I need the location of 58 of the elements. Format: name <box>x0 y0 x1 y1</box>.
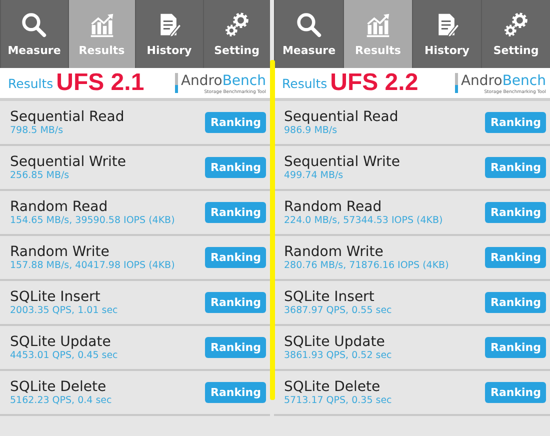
test-name: Sequential Write <box>284 154 402 170</box>
test-result: 798.5 MB/s <box>10 125 64 136</box>
logo-mark-icon <box>454 73 458 93</box>
ranking-button[interactable]: Ranking <box>485 292 546 313</box>
ranking-button[interactable]: Ranking <box>205 382 266 403</box>
test-name: SQLite Insert <box>10 289 102 305</box>
test-name: Random Write <box>284 244 384 260</box>
test-name: SQLite Delete <box>284 379 382 395</box>
test-name: Sequential Read <box>10 109 126 125</box>
test-result: 3687.97 QPS, 0.55 sec <box>284 305 393 316</box>
ranking-button[interactable]: Ranking <box>485 157 546 178</box>
tab[interactable]: Results <box>343 0 412 68</box>
test-name: Random Read <box>284 199 383 215</box>
test-name: Random Read <box>10 199 109 215</box>
test-result: 5713.17 QPS, 0.35 sec <box>284 395 393 406</box>
test-result: 5162.23 QPS, 0.4 sec <box>10 395 113 406</box>
header-title: Results <box>282 76 328 90</box>
search-icon <box>296 12 322 38</box>
ranking-button[interactable]: Ranking <box>485 382 546 403</box>
test-name: SQLite Update <box>284 334 386 350</box>
test-name: SQLite Delete <box>10 379 108 395</box>
ranking-button[interactable]: Ranking <box>205 292 266 313</box>
ranking-button[interactable]: Ranking <box>205 112 266 133</box>
search-icon <box>21 12 48 38</box>
test-name: Sequential Read <box>284 109 400 125</box>
test-result: 4453.01 QPS, 0.45 sec <box>10 350 119 361</box>
chart-icon <box>88 12 115 38</box>
ranking-button[interactable]: Ranking <box>485 337 546 358</box>
ranking-button[interactable]: Ranking <box>485 247 546 268</box>
logo-wordmark: AndroBench <box>180 72 266 90</box>
version-label: UFS 2.1 <box>56 69 144 97</box>
version-label: UFS 2.2 <box>330 69 418 97</box>
chart-icon <box>365 12 391 38</box>
logo-wordmark: AndroBench <box>460 72 546 90</box>
ranking-button[interactable]: Ranking <box>485 112 546 133</box>
ranking-button[interactable]: Ranking <box>205 247 266 268</box>
test-result: 256.85 MB/s <box>10 170 70 181</box>
ranking-button[interactable]: Ranking <box>205 202 266 223</box>
ranking-button[interactable]: Ranking <box>205 157 266 178</box>
test-result: 157.88 MB/s, 40417.98 IOPS (4KB) <box>10 260 176 271</box>
header-title: Results <box>8 76 54 90</box>
test-result: 280.76 MB/s, 71876.16 IOPS (4KB) <box>284 260 450 271</box>
gears-icon <box>503 12 529 38</box>
ranking-button[interactable]: Ranking <box>205 337 266 358</box>
test-result: 499.74 MB/s <box>284 170 344 181</box>
tab[interactable]: Results <box>68 0 135 68</box>
test-name: Random Write <box>10 244 110 260</box>
test-result: 2003.35 QPS, 1.01 sec <box>10 305 119 316</box>
ranking-button[interactable]: Ranking <box>485 202 546 223</box>
logo-mark-icon <box>174 73 178 93</box>
test-result: 986.9 MB/s <box>284 125 338 136</box>
test-name: SQLite Update <box>10 334 112 350</box>
test-result: 3861.93 QPS, 0.52 sec <box>284 350 393 361</box>
test-name: Sequential Write <box>10 154 128 170</box>
test-name: SQLite Insert <box>284 289 376 305</box>
gears-icon <box>224 12 250 38</box>
test-result: 224.0 MB/s, 57344.53 IOPS (4KB) <box>284 215 444 226</box>
test-result: 154.65 MB/s, 39590.58 IOPS (4KB) <box>10 215 176 226</box>
